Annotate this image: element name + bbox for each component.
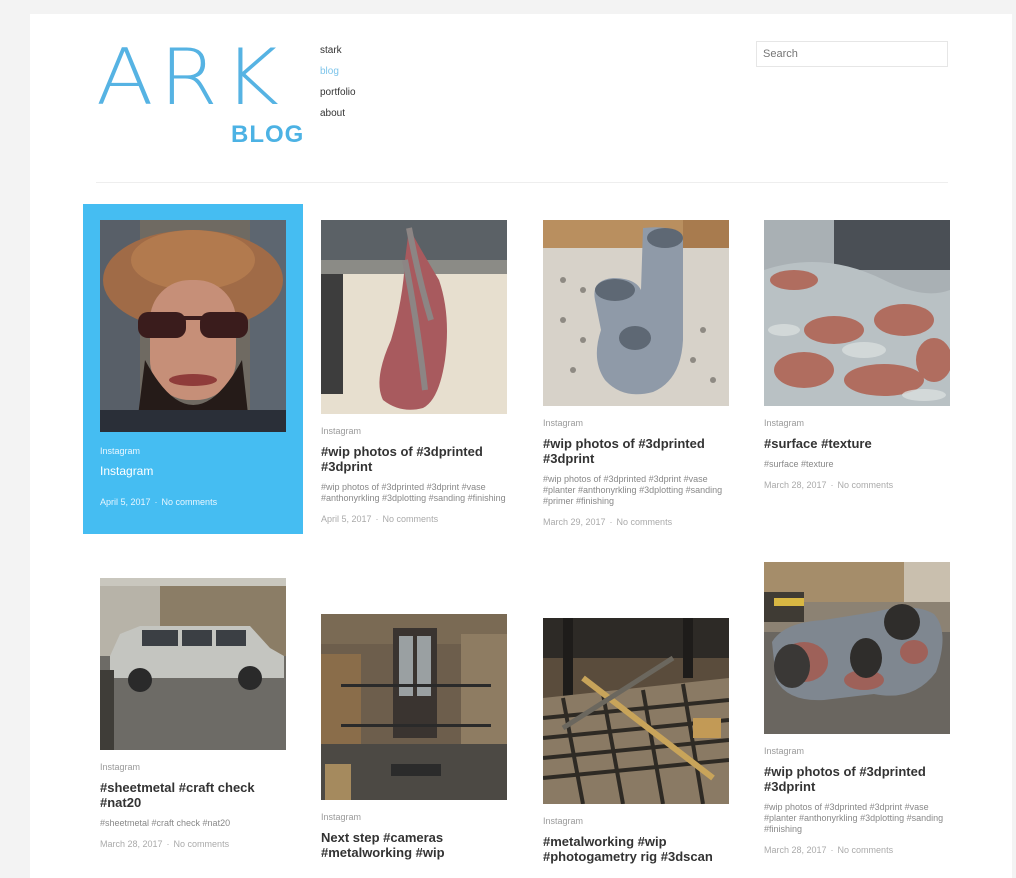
post-date[interactable]: March 28, 2017	[100, 839, 163, 849]
post-excerpt: #wip photos of #3dprinted #3dprint #vase…	[321, 482, 506, 503]
post-excerpt: #surface #texture	[764, 459, 834, 469]
post-comments[interactable]: No comments	[617, 517, 673, 527]
post-card: Instagram #wip photos of #3dprinted #3dp…	[543, 220, 729, 527]
post-thumbnail[interactable]	[100, 578, 286, 750]
post-thumbnail[interactable]	[100, 220, 286, 432]
post-title[interactable]: #metalworking #wip #photogametry rig #3d…	[543, 834, 729, 864]
post-card: Instagram #surface #texture #surface #te…	[764, 220, 950, 490]
post-title[interactable]: Next step #cameras #metalworking #wip	[321, 830, 507, 860]
post-meta: March 29, 2017 · No comments	[543, 517, 673, 527]
post-thumbnail[interactable]	[543, 220, 729, 406]
post-card: Instagram #wip photos of #3dprinted #3dp…	[764, 562, 950, 855]
post-card: Instagram #metalworking #wip #photogamet…	[543, 618, 729, 864]
header-divider	[96, 182, 948, 183]
post-thumbnail[interactable]	[321, 614, 507, 800]
post-meta: April 5, 2017 · No comments	[100, 497, 218, 507]
post-comments[interactable]: No comments	[174, 839, 230, 849]
post-title[interactable]: #sheetmetal #craft check #nat20	[100, 780, 286, 810]
post-excerpt: #wip photos of #3dprinted #3dprint #vase…	[764, 802, 944, 834]
nav-link-about[interactable]: about	[320, 103, 356, 124]
post-category[interactable]: Instagram	[543, 418, 729, 428]
post-comments[interactable]: No comments	[383, 514, 439, 524]
post-meta: March 28, 2017 · No comments	[764, 480, 894, 490]
post-date[interactable]: April 5, 2017	[100, 497, 151, 507]
post-comments[interactable]: No comments	[838, 845, 894, 855]
post-thumbnail[interactable]	[764, 220, 950, 406]
post-meta: April 5, 2017 · No comments	[321, 514, 439, 524]
post-excerpt: #wip photos of #3dprinted #3dprint #vase…	[543, 474, 723, 506]
post-category[interactable]: Instagram	[543, 816, 729, 826]
post-category[interactable]: Instagram	[100, 762, 286, 772]
nav-link-portfolio[interactable]: portfolio	[320, 82, 356, 103]
post-card-featured[interactable]: Instagram Instagram April 5, 2017 · No com…	[83, 204, 303, 534]
post-card: Instagram #wip photos of #3dprinted #3dp…	[321, 220, 507, 524]
nav-link-stark[interactable]: stark	[320, 40, 356, 61]
post-thumbnail[interactable]	[764, 562, 950, 734]
post-thumbnail[interactable]	[543, 618, 729, 804]
post-comments[interactable]: No comments	[162, 497, 218, 507]
post-title[interactable]: #wip photos of #3dprinted #3dprint	[321, 444, 507, 474]
post-card: Instagram Next step #cameras #metalworki…	[321, 614, 507, 860]
post-title[interactable]: #wip photos of #3dprinted #3dprint	[543, 436, 729, 466]
search-input[interactable]	[756, 41, 948, 67]
post-title[interactable]: #surface #texture	[764, 436, 950, 451]
post-date[interactable]: March 29, 2017	[543, 517, 606, 527]
blog-page: ARK BLOG stark blog portfolio about Sear…	[30, 14, 1012, 878]
post-title[interactable]: #wip photos of #3dprinted #3dprint	[764, 764, 950, 794]
logo-blog-text: BLOG	[231, 121, 305, 148]
post-excerpt: #sheetmetal #craft check #nat20	[100, 818, 231, 828]
post-category[interactable]: Instagram	[100, 446, 286, 456]
post-category[interactable]: Instagram	[764, 418, 950, 428]
post-meta: March 28, 2017 · No comments	[100, 839, 230, 849]
post-title[interactable]: Instagram	[100, 464, 286, 479]
post-category[interactable]: Instagram	[321, 812, 507, 822]
logo-ark-text: ARK	[96, 32, 285, 123]
post-thumbnail[interactable]	[321, 220, 507, 414]
post-date[interactable]: March 28, 2017	[764, 480, 827, 490]
main-nav: stark blog portfolio about	[320, 40, 356, 124]
post-category[interactable]: Instagram	[321, 426, 507, 436]
post-category[interactable]: Instagram	[764, 746, 950, 756]
post-date[interactable]: April 5, 2017	[321, 514, 372, 524]
nav-link-blog[interactable]: blog	[320, 61, 356, 82]
post-meta: March 28, 2017 · No comments	[764, 845, 894, 855]
post-comments[interactable]: No comments	[838, 480, 894, 490]
post-card: Instagram #sheetmetal #craft check #nat2…	[100, 578, 286, 849]
site-logo[interactable]: ARK BLOG	[96, 36, 311, 156]
post-date[interactable]: March 28, 2017	[764, 845, 827, 855]
